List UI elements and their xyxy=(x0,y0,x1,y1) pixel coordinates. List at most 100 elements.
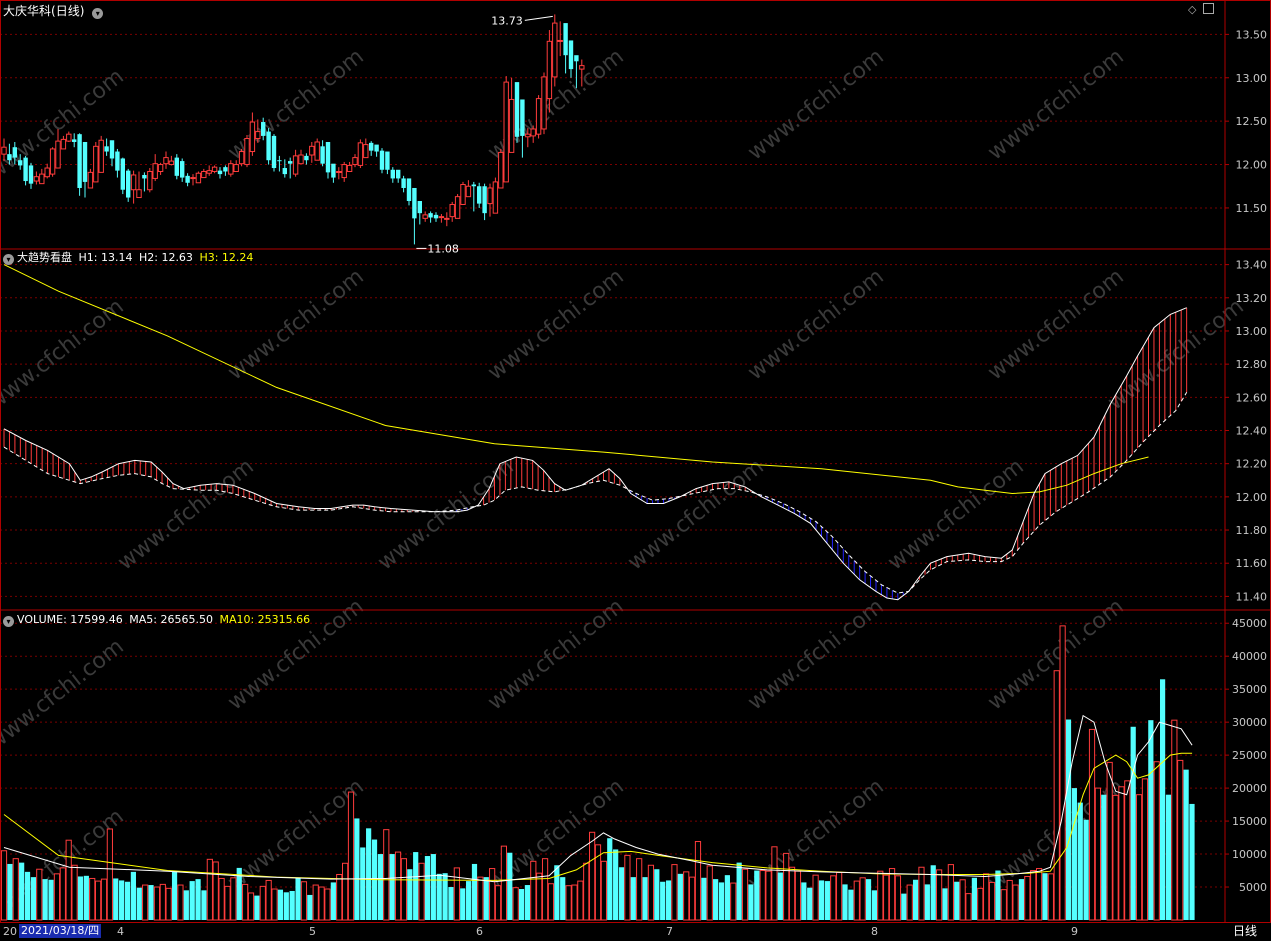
candle-body xyxy=(93,145,99,183)
candle-body xyxy=(412,187,417,219)
volume-bar xyxy=(418,862,425,921)
volume-bar xyxy=(888,868,896,921)
candle-body xyxy=(563,23,568,56)
candle-body xyxy=(390,169,395,179)
volume-bar xyxy=(394,851,402,921)
volume-bar xyxy=(736,862,742,920)
volume-bar xyxy=(947,864,954,921)
candle-body xyxy=(449,203,455,218)
volume-bar xyxy=(295,877,301,920)
volume-bar xyxy=(512,887,519,921)
candlestick-series xyxy=(1,14,585,245)
volume-bar xyxy=(124,881,131,920)
volume-bar xyxy=(1148,720,1154,920)
volume-bar xyxy=(859,877,866,921)
volume-bar xyxy=(83,875,89,920)
volume-bar xyxy=(1101,794,1107,920)
volume-bar xyxy=(547,883,555,921)
chevron-down-icon[interactable]: ▾ xyxy=(92,8,104,19)
volume-bar xyxy=(918,866,925,921)
month-label: 8 xyxy=(871,925,878,938)
volume-bar xyxy=(1141,778,1149,921)
date-axis-bar: 20 2021/03/18/四 日线 4 5 6 7 8 9 xyxy=(0,922,1271,941)
volume-tick-label: 20000 xyxy=(1232,782,1267,795)
candle-body xyxy=(244,138,250,166)
volume-bar xyxy=(600,860,607,921)
volume-bar xyxy=(1024,875,1031,921)
diamond-icon[interactable]: ◇ xyxy=(1188,3,1196,16)
volume-bar xyxy=(924,884,930,920)
candle-body xyxy=(314,141,320,161)
volume-bar xyxy=(630,877,636,920)
candle-body xyxy=(503,81,509,183)
candle-body xyxy=(309,145,315,156)
candle-body xyxy=(168,160,175,166)
volume-bar xyxy=(660,881,666,920)
volume-bar xyxy=(812,874,819,921)
volume-bar xyxy=(541,858,549,921)
candle-body xyxy=(49,148,56,175)
candle-body xyxy=(104,146,109,152)
volume-bar xyxy=(89,877,96,921)
volume-bar xyxy=(877,870,884,921)
chart-canvas[interactable]: www.cfchi.com www.cfchi.com www.cfchi.com w… xyxy=(0,0,1271,940)
volume-bar xyxy=(507,852,513,920)
chevron-down-icon[interactable]: ▾ xyxy=(3,616,14,627)
window-restore-icon[interactable] xyxy=(1202,3,1214,14)
volume-bar xyxy=(830,875,837,921)
indicator-tick-label: 13.00 xyxy=(1236,325,1268,338)
candle-body xyxy=(514,82,520,137)
volume-bar xyxy=(483,877,489,920)
volume-bar xyxy=(159,883,166,921)
period-button[interactable]: 日线 xyxy=(1230,924,1260,938)
candle-body xyxy=(174,157,179,176)
volume-bar xyxy=(583,862,590,921)
candle-body xyxy=(39,173,45,185)
candle-body xyxy=(465,185,472,198)
volume-bar xyxy=(1106,761,1113,921)
volume-bar xyxy=(142,884,149,921)
candle-body xyxy=(7,154,12,161)
volume-bar xyxy=(865,879,872,920)
candle-body xyxy=(574,55,579,62)
candle-body xyxy=(157,164,164,172)
volume-bar xyxy=(130,871,136,920)
volume-bar xyxy=(389,854,395,920)
volume-bar xyxy=(718,882,725,920)
volume-bar xyxy=(654,869,660,920)
candle-body xyxy=(211,166,218,172)
candle-body xyxy=(136,189,142,199)
volume-bar xyxy=(224,885,231,921)
volume-bar xyxy=(959,879,966,921)
volume-bar xyxy=(19,862,25,920)
candle-body xyxy=(552,22,558,78)
volume-bar xyxy=(1094,787,1102,921)
volume-bar xyxy=(724,875,730,920)
volume-bar xyxy=(189,881,195,920)
candle-body xyxy=(363,144,369,159)
indicator-tick-label: 13.40 xyxy=(1236,259,1268,272)
candle-body xyxy=(109,140,115,159)
volume-bar xyxy=(1006,879,1013,921)
candle-body xyxy=(568,40,574,70)
volume-bar xyxy=(148,885,154,920)
volume-bar xyxy=(801,882,807,920)
candle-body xyxy=(217,170,223,175)
candle-body xyxy=(292,155,299,175)
candle-body xyxy=(385,151,390,170)
price-tick-label: 12.50 xyxy=(1236,115,1268,128)
month-label: 6 xyxy=(476,925,483,938)
candle-body xyxy=(185,175,190,183)
volume-bar xyxy=(324,888,331,921)
volume-bar xyxy=(1124,780,1131,921)
chevron-down-icon[interactable]: ▾ xyxy=(3,254,14,265)
volume-bar xyxy=(607,838,613,920)
volume-bar xyxy=(1018,879,1025,920)
volume-bar xyxy=(1000,889,1007,921)
candle-body xyxy=(120,158,125,190)
outer-frame xyxy=(0,0,1271,940)
volume-tick-label: 30000 xyxy=(1232,716,1267,729)
candle-body xyxy=(341,164,347,179)
volume-bar xyxy=(42,879,48,920)
volume-bar xyxy=(366,828,372,920)
